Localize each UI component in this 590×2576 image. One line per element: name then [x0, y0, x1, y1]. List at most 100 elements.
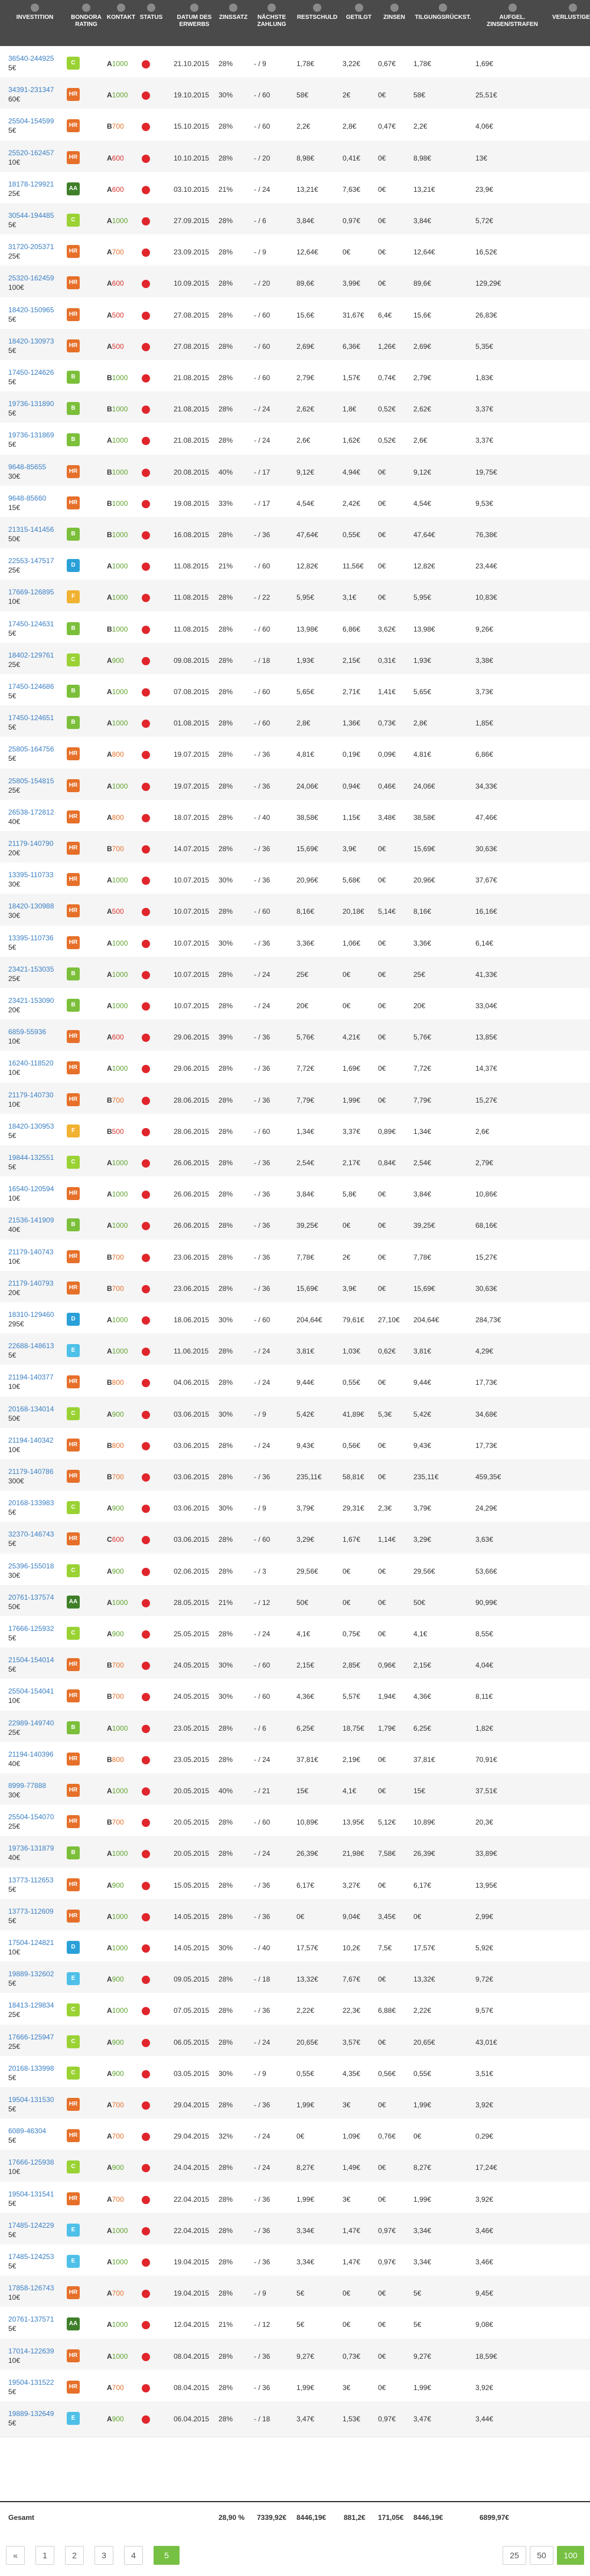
loan-id-link[interactable]: 17485-124253: [8, 2252, 54, 2261]
page-button[interactable]: 3: [94, 2546, 113, 2565]
loan-id-link[interactable]: 21194-140396: [8, 1750, 54, 1759]
loan-id-link[interactable]: 21194-140377: [8, 1372, 54, 1382]
loan-id-link[interactable]: 13773-112609: [8, 1907, 54, 1916]
loan-id-link[interactable]: 25320-162459: [8, 273, 54, 283]
loan-id-link[interactable]: 30544-194485: [8, 211, 54, 220]
loan-id-link[interactable]: 18420-130973: [8, 336, 54, 346]
loan-id-link[interactable]: 32370-146743: [8, 1529, 54, 1539]
loan-id-link[interactable]: 20168-134014: [8, 1404, 54, 1414]
loan-id-link[interactable]: 17485-124229: [8, 2221, 54, 2230]
loan-id-link[interactable]: 22688-148613: [8, 1341, 54, 1351]
page-button-active[interactable]: 5: [154, 2546, 180, 2565]
loan-id-link[interactable]: 19889-132649: [8, 2409, 54, 2418]
loan-id-link[interactable]: 9648-85655: [8, 462, 46, 472]
loan-id-link[interactable]: 23421-153035: [8, 965, 54, 974]
loan-id-link[interactable]: 17014-122639: [8, 2346, 54, 2356]
loan-id-link[interactable]: 6089-46304: [8, 2126, 46, 2136]
loan-id-link[interactable]: 17666-125938: [8, 2157, 54, 2167]
loan-id-link[interactable]: 18413-129834: [8, 2000, 54, 2010]
loan-id-link[interactable]: 21179-140786: [8, 1467, 54, 1476]
column-header[interactable]: GETILGT: [343, 4, 375, 21]
column-header[interactable]: RESTSCHULD: [296, 4, 338, 21]
loan-id-link[interactable]: 16540-120594: [8, 1184, 54, 1194]
loan-id-link[interactable]: 21315-141456: [8, 525, 54, 534]
loan-id-link[interactable]: 25805-164756: [8, 744, 54, 754]
column-header[interactable]: INVESTITION: [8, 4, 61, 21]
loan-id-link[interactable]: 21179-140790: [8, 839, 54, 848]
column-header[interactable]: BONDORA RATING: [70, 4, 103, 28]
loan-id-link[interactable]: 17666-125947: [8, 2032, 54, 2042]
loan-id-link[interactable]: 17450-124631: [8, 619, 54, 629]
loan-id-link[interactable]: 19504-131522: [8, 2378, 54, 2387]
prev-page-button[interactable]: «: [6, 2546, 25, 2565]
loan-id-link[interactable]: 22553-147517: [8, 556, 54, 565]
loan-id-link[interactable]: 13773-112653: [8, 1875, 54, 1885]
loan-id-link[interactable]: 21179-140730: [8, 1090, 54, 1100]
column-header[interactable]: ZINSSATZ: [219, 4, 248, 21]
loan-id-link[interactable]: 21504-154014: [8, 1655, 54, 1665]
column-header[interactable]: ZINSEN: [378, 4, 410, 21]
loan-id-link[interactable]: 8999-77888: [8, 1781, 46, 1790]
column-header[interactable]: DATUM DES ERWERBS: [174, 4, 215, 28]
loan-id-link[interactable]: 19844-132551: [8, 1153, 54, 1162]
page-button[interactable]: 2: [65, 2546, 84, 2565]
loan-id-link[interactable]: 17450-124651: [8, 713, 54, 723]
loan-id-link[interactable]: 6859-55936: [8, 1027, 46, 1037]
loan-id-link[interactable]: 20761-137571: [8, 2315, 54, 2324]
loan-id-link[interactable]: 20761-137574: [8, 1593, 54, 1602]
page-size-button-active[interactable]: 100: [557, 2546, 584, 2565]
loan-id-link[interactable]: 17450-124626: [8, 368, 54, 377]
column-header[interactable]: NÄCHSTE ZAHLUNG: [254, 4, 289, 28]
loan-id-link[interactable]: 13395-110733: [8, 870, 54, 880]
loan-id-link[interactable]: 18310-129460: [8, 1310, 54, 1319]
column-header[interactable]: VERLUST/GEWINN: [552, 4, 590, 21]
loan-id-link[interactable]: 34391-231347: [8, 85, 54, 94]
status-dot-icon: [142, 563, 150, 571]
loan-id-link[interactable]: 25805-154815: [8, 776, 54, 786]
page-button[interactable]: 1: [35, 2546, 54, 2565]
loan-id-link[interactable]: 9648-85660: [8, 493, 46, 503]
loan-id-link[interactable]: 19736-131879: [8, 1843, 54, 1853]
loan-id-link[interactable]: 21179-140743: [8, 1247, 54, 1257]
loan-id-link[interactable]: 22989-149740: [8, 1718, 54, 1728]
loan-id-link[interactable]: 18420-130988: [8, 901, 54, 911]
loan-id-link[interactable]: 36540-244925: [8, 54, 54, 63]
accrued-interest: 68,16€: [475, 1221, 497, 1230]
loan-id-link[interactable]: 19504-131541: [8, 2189, 54, 2199]
page-button[interactable]: 4: [124, 2546, 143, 2565]
loan-id-link[interactable]: 18402-129761: [8, 650, 54, 660]
loan-id-link[interactable]: 19889-132602: [8, 1969, 54, 1979]
loan-id-link[interactable]: 25520-162457: [8, 148, 54, 158]
loan-id-link[interactable]: 16240-118520: [8, 1058, 54, 1068]
loan-id-link[interactable]: 25504-154041: [8, 1686, 54, 1696]
loan-id-link[interactable]: 19736-131869: [8, 430, 54, 440]
loan-id-link[interactable]: 17450-124686: [8, 682, 54, 691]
loan-id-link[interactable]: 25396-155018: [8, 1561, 54, 1571]
column-header[interactable]: TILGUNGSRÜCKST.: [413, 4, 472, 21]
loan-id-link[interactable]: 21536-141909: [8, 1215, 54, 1225]
loan-id-link[interactable]: 20168-133998: [8, 2064, 54, 2073]
page-size-button[interactable]: 50: [530, 2546, 553, 2565]
loan-id-link[interactable]: 18178-129921: [8, 179, 54, 189]
loan-id-link[interactable]: 21194-140342: [8, 1436, 54, 1445]
loan-id-link[interactable]: 18420-150965: [8, 305, 54, 315]
loan-id-link[interactable]: 31720-205371: [8, 242, 54, 251]
loan-id-link[interactable]: 25504-154599: [8, 116, 54, 126]
loan-id-link[interactable]: 19504-131530: [8, 2095, 54, 2104]
page-size-button[interactable]: 25: [503, 2546, 526, 2565]
loan-id-link[interactable]: 20168-133983: [8, 1498, 54, 1508]
loan-id-link[interactable]: 26538-172812: [8, 808, 54, 817]
loan-id-link[interactable]: 18420-130953: [8, 1122, 54, 1131]
loan-id-link[interactable]: 17858-126743: [8, 2283, 54, 2293]
loan-id-link[interactable]: 17666-125932: [8, 1624, 54, 1633]
column-header[interactable]: AUFGEL. ZINSEN/STRAFEN: [475, 4, 549, 28]
column-header[interactable]: KONTAKT: [106, 4, 136, 21]
loan-id-link[interactable]: 23421-153090: [8, 996, 54, 1005]
loan-id-link[interactable]: 21179-140793: [8, 1279, 54, 1288]
loan-id-link[interactable]: 17669-126895: [8, 587, 54, 597]
loan-id-link[interactable]: 25504-154070: [8, 1812, 54, 1822]
loan-id-link[interactable]: 19736-131890: [8, 399, 54, 408]
loan-id-link[interactable]: 13395-110736: [8, 933, 54, 943]
column-header[interactable]: STATUS: [139, 4, 163, 21]
loan-id-link[interactable]: 17504-124821: [8, 1938, 54, 1947]
